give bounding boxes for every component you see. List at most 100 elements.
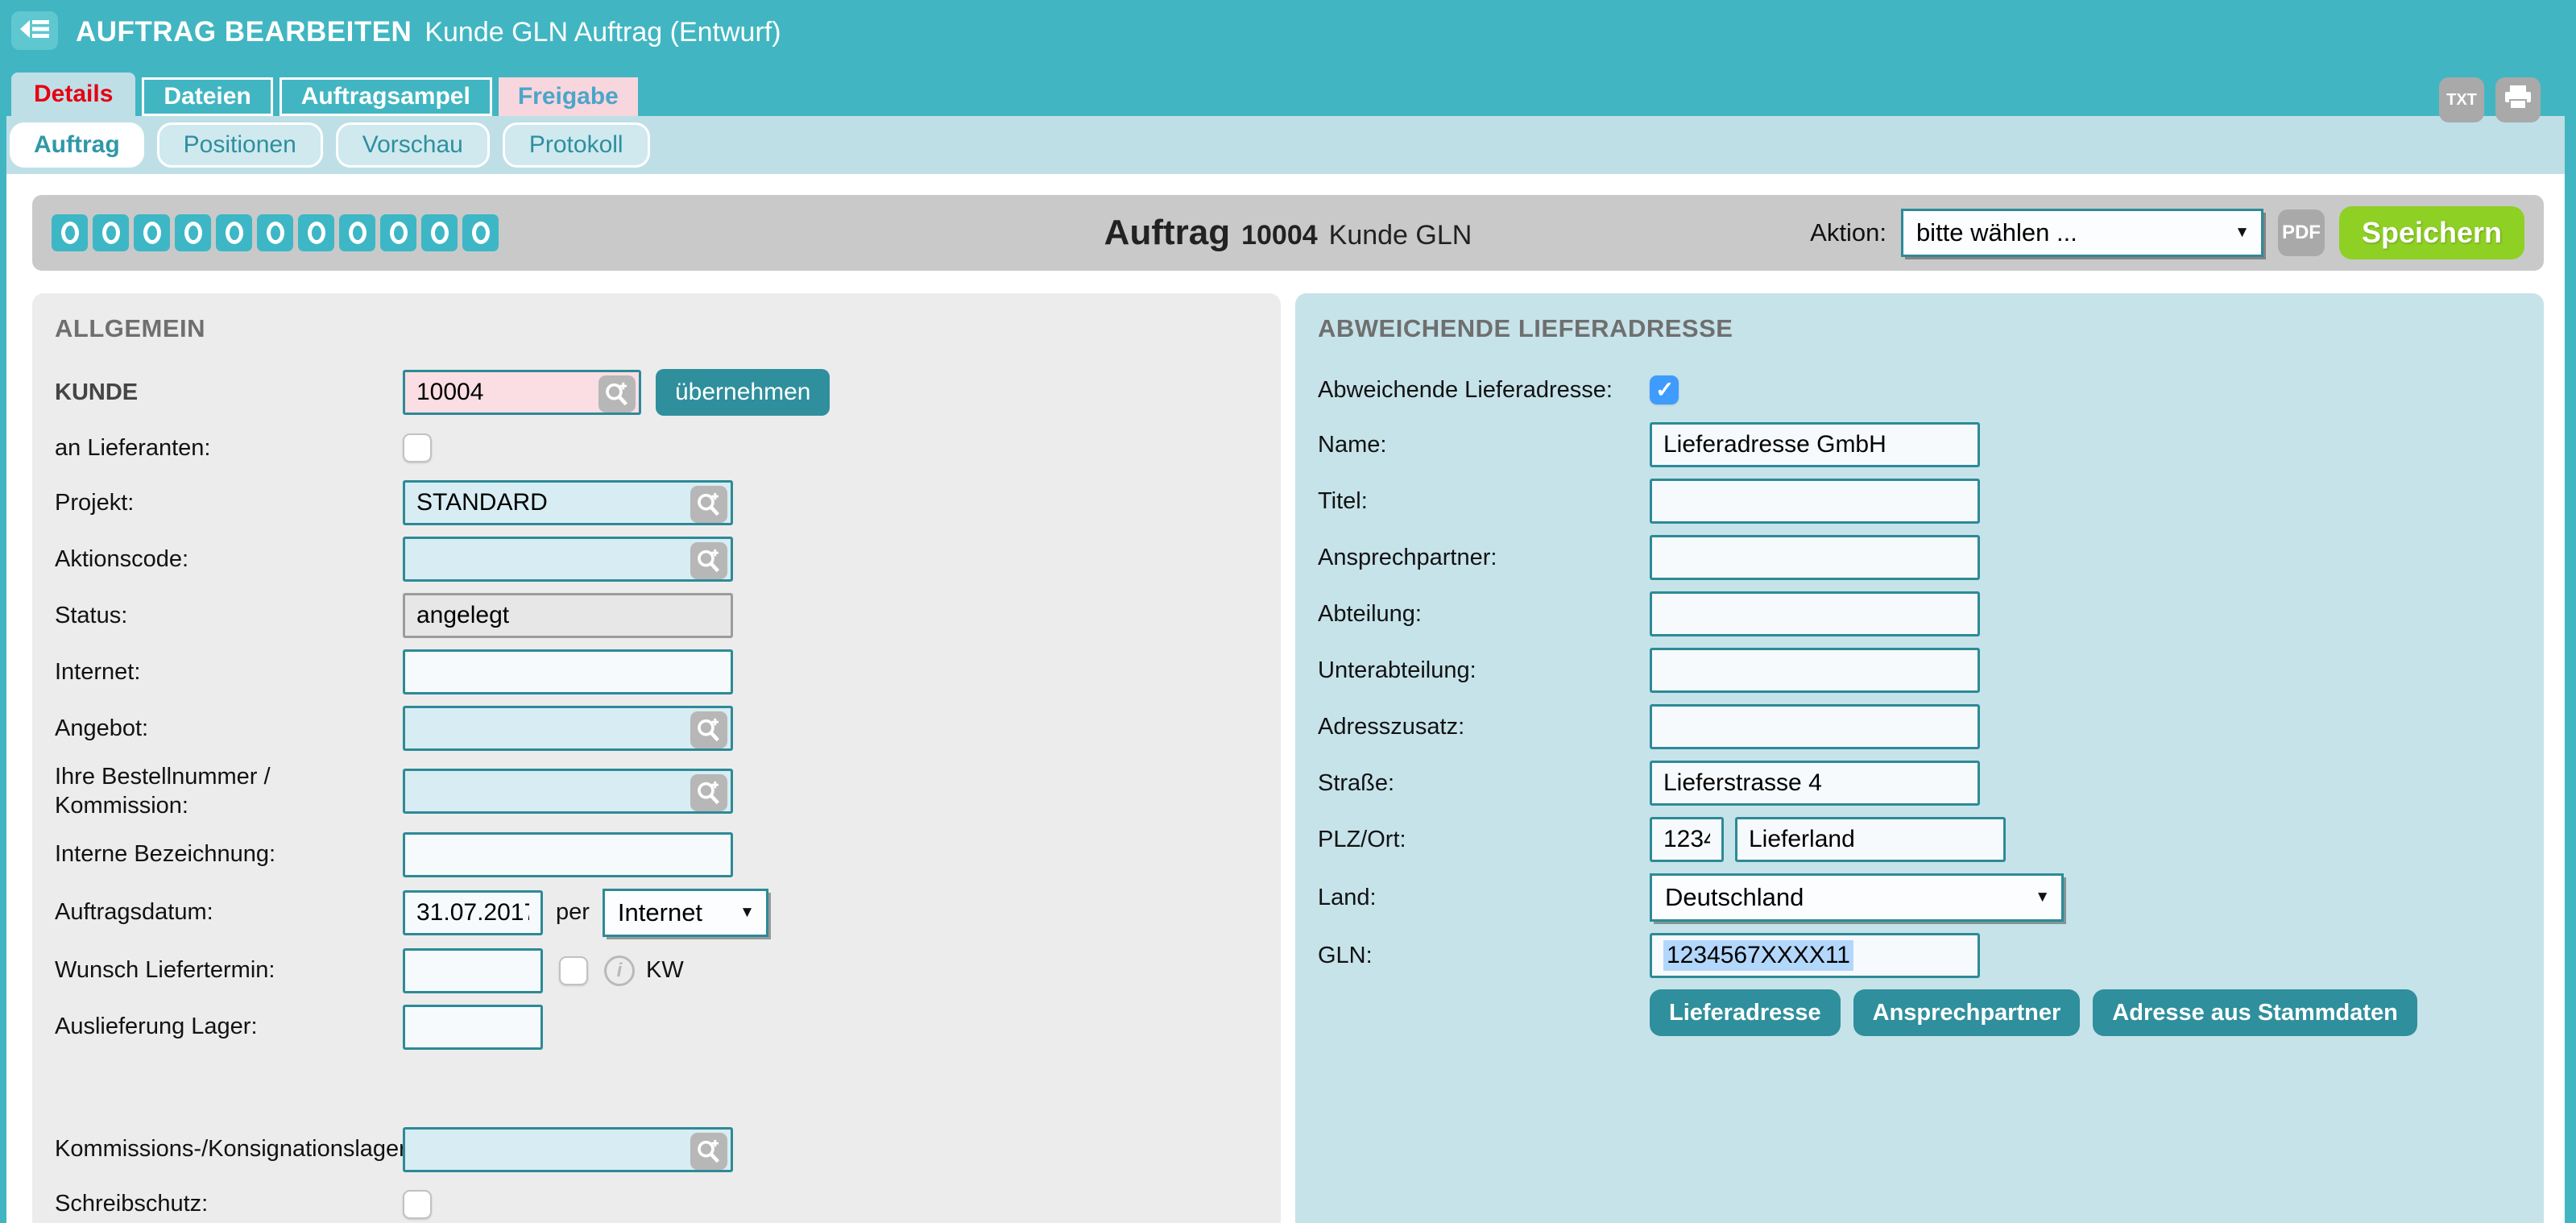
internet-label: Internet: [55, 657, 403, 686]
status-row: Status: angelegt [55, 593, 1258, 638]
land-row: Land: Deutschland [1318, 873, 2521, 922]
toolbar-circle-button[interactable] [93, 214, 129, 251]
tab-details[interactable]: Details [11, 73, 135, 116]
aktionscode-label: Aktionscode: [55, 545, 403, 574]
adresszusatz-label: Adresszusatz: [1318, 712, 1650, 741]
tab-positionen[interactable]: Positionen [157, 122, 323, 168]
circle-icon [472, 222, 490, 244]
lieferadresse-heading: ABWEICHENDE LIEFERADRESSE [1318, 314, 2521, 343]
back-button[interactable] [11, 11, 58, 50]
kommissionslager-label: Kommissions-/Konsignationslager: [55, 1134, 403, 1163]
gln-input[interactable]: 1234567XXXX11 [1650, 933, 1980, 978]
projekt-row: Projekt: STANDARD [55, 480, 1258, 525]
toolbar-circle-button[interactable] [52, 214, 88, 251]
plz-input[interactable]: 12345 [1650, 817, 1724, 862]
txt-export-button[interactable]: TXT [2439, 77, 2484, 122]
adresse-aus-stammdaten-button[interactable]: Adresse aus Stammdaten [2093, 989, 2417, 1036]
circle-icon [61, 222, 79, 244]
save-button[interactable]: Speichern [2339, 206, 2524, 259]
search-plus-icon[interactable] [690, 1133, 727, 1170]
angebot-row: Angebot: [55, 706, 1258, 751]
tab-dateien[interactable]: Dateien [142, 77, 272, 116]
tab-freigabe[interactable]: Freigabe [499, 77, 638, 116]
tab-auftragsampel[interactable]: Auftragsampel [280, 77, 492, 116]
toolbar-circle-button[interactable] [257, 214, 293, 251]
allgemein-heading: ALLGEMEIN [55, 314, 1258, 343]
ansprechpartner-input[interactable] [1650, 535, 1980, 580]
primary-tab-bar: Details Dateien Auftragsampel Freigabe [0, 73, 2576, 116]
plz-ort-label: PLZ/Ort: [1318, 825, 1650, 854]
internet-row: Internet: [55, 649, 1258, 694]
page-title-sub: Kunde GLN Auftrag (Entwurf) [425, 17, 781, 48]
abteilung-row: Abteilung: [1318, 591, 2521, 636]
gln-row: GLN: 1234567XXXX11 [1318, 933, 2521, 978]
an-lieferanten-checkbox[interactable] [403, 433, 432, 462]
action-select[interactable]: bitte wählen ... [1901, 209, 2263, 257]
abweichende-checkbox[interactable] [1650, 375, 1679, 404]
strasse-row: Straße: Lieferstrasse 4 [1318, 761, 2521, 806]
printer-icon [2504, 84, 2533, 116]
action-label: Aktion: [1810, 218, 1886, 247]
search-plus-icon[interactable] [598, 375, 636, 413]
search-plus-icon[interactable] [690, 711, 727, 748]
schreibschutz-checkbox[interactable] [403, 1190, 432, 1219]
strasse-label: Straße: [1318, 769, 1650, 798]
pdf-button[interactable]: PDF [2278, 209, 2325, 256]
tab-auftrag[interactable]: Auftrag [10, 122, 144, 168]
search-plus-icon[interactable] [690, 774, 727, 811]
per-select-value: Internet [618, 898, 702, 927]
tab-protokoll[interactable]: Protokoll [503, 122, 650, 168]
tab-vorschau-label: Vorschau [362, 131, 463, 159]
search-plus-icon[interactable] [690, 486, 727, 523]
toolbar-circle-button[interactable] [298, 214, 334, 251]
projekt-input[interactable]: STANDARD [403, 480, 733, 525]
titel-row: Titel: [1318, 479, 2521, 524]
abweichende-label: Abweichende Lieferadresse: [1318, 375, 1650, 404]
ort-input[interactable]: Lieferland [1735, 817, 2006, 862]
toolbar-circle-buttons [52, 214, 499, 251]
toolbar-circle-button[interactable] [462, 214, 499, 251]
toolbar-circle-button[interactable] [175, 214, 211, 251]
auftragsdatum-row: Auftragsdatum: 31.07.2017 per Internet [55, 889, 1258, 937]
ansprechpartner-button[interactable]: Ansprechpartner [1853, 989, 2081, 1036]
land-select[interactable]: Deutschland [1650, 873, 2064, 922]
kunde-input[interactable]: 10004 [403, 370, 641, 415]
tab-vorschau[interactable]: Vorschau [336, 122, 490, 168]
wunsch-liefertermin-input[interactable] [403, 948, 543, 993]
order-number: 10004 [1241, 220, 1318, 251]
internet-input[interactable] [403, 649, 733, 694]
auftragsdatum-label: Auftragsdatum: [55, 898, 403, 927]
kw-checkbox[interactable] [559, 956, 588, 985]
circle-icon [431, 222, 449, 244]
status-input: angelegt [403, 593, 733, 638]
toolbar-circle-button[interactable] [339, 214, 375, 251]
unterabteilung-input[interactable] [1650, 648, 1980, 693]
per-select[interactable]: Internet [603, 889, 768, 937]
pdf-icon: PDF [2282, 222, 2321, 244]
kommissionslager-input[interactable] [403, 1127, 733, 1172]
name-input[interactable]: Lieferadresse GmbH [1650, 422, 1980, 467]
lieferadresse-button[interactable]: Lieferadresse [1650, 989, 1841, 1036]
toolbar-circle-button[interactable] [216, 214, 252, 251]
adresszusatz-input[interactable] [1650, 704, 1980, 749]
toolbar-circle-button[interactable] [134, 214, 170, 251]
titel-input[interactable] [1650, 479, 1980, 524]
auslieferung-lager-input[interactable] [403, 1005, 543, 1050]
search-plus-icon[interactable] [690, 542, 727, 579]
abteilung-label: Abteilung: [1318, 599, 1650, 628]
schreibschutz-row: Schreibschutz: [55, 1184, 1258, 1223]
angebot-input[interactable] [403, 706, 733, 751]
bestellnummer-input[interactable] [403, 769, 733, 814]
abteilung-input[interactable] [1650, 591, 1980, 636]
wunsch-liefertermin-label: Wunsch Liefertermin: [55, 956, 403, 985]
aktionscode-input[interactable] [403, 537, 733, 582]
ort-value: Lieferland [1749, 826, 1855, 853]
print-button[interactable] [2495, 77, 2541, 122]
toolbar-circle-button[interactable] [421, 214, 458, 251]
circle-icon [102, 222, 120, 244]
strasse-input[interactable]: Lieferstrasse 4 [1650, 761, 1980, 806]
uebernehmen-button[interactable]: übernehmen [656, 369, 830, 416]
auftragsdatum-input[interactable]: 31.07.2017 [403, 890, 543, 935]
toolbar-circle-button[interactable] [380, 214, 416, 251]
interne-bezeichnung-input[interactable] [403, 832, 733, 877]
